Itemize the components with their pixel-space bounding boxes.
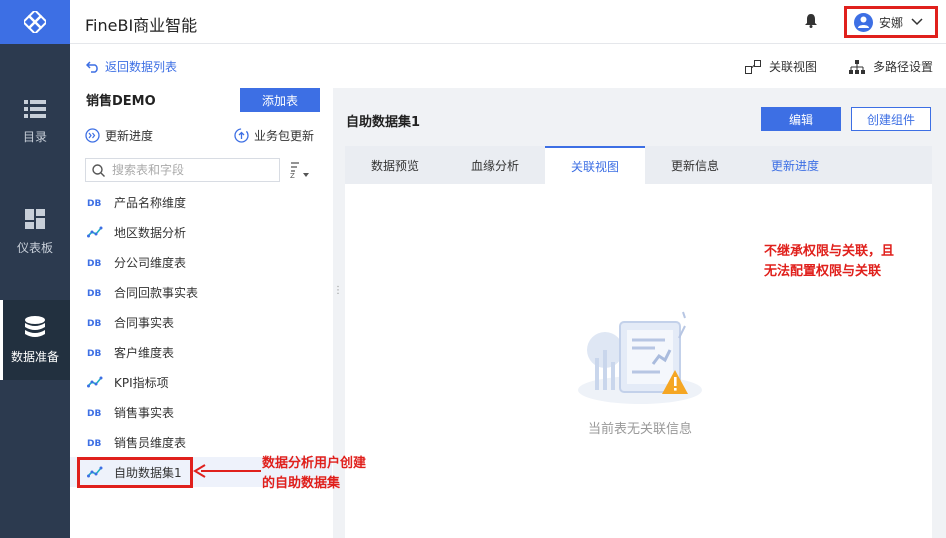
hierarchy-icon bbox=[849, 59, 865, 74]
search-icon bbox=[92, 163, 105, 177]
update-progress-icon bbox=[85, 128, 100, 143]
edit-button[interactable]: 编辑 bbox=[761, 107, 841, 131]
db-table-icon: DB bbox=[87, 199, 101, 207]
relation-view-button[interactable]: 关联视图 bbox=[745, 58, 817, 75]
list-item[interactable]: DB 合同回款事实表 bbox=[70, 277, 332, 307]
db-table-icon: DB bbox=[87, 439, 101, 447]
avatar bbox=[854, 12, 873, 32]
app-title: FineBI商业智能 bbox=[85, 16, 198, 35]
create-component-button[interactable]: 创建组件 bbox=[851, 107, 931, 131]
search-box bbox=[85, 158, 280, 182]
empty-state-text: 当前表无关联信息 bbox=[587, 422, 692, 437]
db-table-icon: DB bbox=[87, 289, 101, 297]
update-progress-link[interactable]: 更新进度 bbox=[85, 127, 153, 144]
top-header: FineBI商业智能 安娜 bbox=[70, 0, 946, 44]
annotation-permission-note: 不继承权限与关联，且 无法配置权限与关联 bbox=[764, 244, 895, 279]
sort-icon[interactable]: Z bbox=[290, 161, 312, 182]
package-update-label: 业务包更新 bbox=[254, 129, 315, 143]
svg-text:Z: Z bbox=[290, 172, 295, 179]
list-icon bbox=[24, 99, 46, 118]
svg-text:DB: DB bbox=[87, 259, 101, 267]
back-link-label: 返回数据列表 bbox=[105, 60, 178, 74]
database-icon bbox=[25, 315, 45, 337]
list-item[interactable]: KPI指标项 bbox=[70, 367, 332, 397]
splitter-handle[interactable]: ⋮ bbox=[333, 285, 343, 296]
left-nav: 目录 仪表板 数据准备 bbox=[0, 0, 70, 538]
selected-highlight-box bbox=[77, 457, 193, 488]
list-item[interactable]: DB 销售事实表 bbox=[70, 397, 332, 427]
svg-text:DB: DB bbox=[87, 409, 101, 417]
bell-icon[interactable] bbox=[805, 14, 817, 31]
nav-item-label: 目录 bbox=[22, 129, 47, 144]
nav-item-catalog[interactable]: 目录 bbox=[0, 82, 70, 162]
self-service-dataset-icon bbox=[87, 376, 103, 388]
tab-relation-view[interactable]: 关联视图 bbox=[545, 146, 645, 184]
nav-item-data-prep[interactable]: 数据准备 bbox=[0, 300, 70, 380]
package-title: 销售DEMO bbox=[86, 94, 156, 109]
table-list: DB 产品名称维度 地区数据分析 DB 分公司维度表 DB 合同回款事实表 DB… bbox=[70, 187, 332, 487]
nav-item-dashboard[interactable]: 仪表板 bbox=[0, 192, 70, 272]
multipath-label: 多路径设置 bbox=[873, 60, 934, 74]
tab-data-preview[interactable]: 数据预览 bbox=[345, 146, 445, 184]
back-arrow-icon bbox=[86, 60, 98, 73]
list-item[interactable]: DB 合同事实表 bbox=[70, 307, 332, 337]
update-progress-label: 更新进度 bbox=[105, 129, 154, 143]
multipath-settings-button[interactable]: 多路径设置 bbox=[849, 58, 933, 75]
dataset-title: 自助数据集1 bbox=[346, 115, 421, 130]
list-item[interactable]: DB 分公司维度表 bbox=[70, 247, 332, 277]
dashboard-icon bbox=[25, 208, 45, 229]
svg-text:DB: DB bbox=[87, 319, 101, 327]
db-table-icon: DB bbox=[87, 319, 101, 327]
back-to-list-link[interactable]: 返回数据列表 bbox=[86, 58, 177, 75]
tab-update-info[interactable]: 更新信息 bbox=[645, 146, 745, 184]
user-menu[interactable]: 安娜 bbox=[844, 6, 938, 38]
refresh-upload-icon bbox=[234, 128, 249, 143]
svg-text:DB: DB bbox=[87, 289, 101, 297]
annotation-self-service-note: 数据分析用户创建 的自助数据集 bbox=[262, 456, 367, 491]
self-service-dataset-icon bbox=[87, 226, 103, 238]
db-table-icon: DB bbox=[87, 349, 101, 357]
nav-item-label: 数据准备 bbox=[10, 349, 59, 364]
empty-state-illustration bbox=[575, 300, 705, 413]
tab-update-progress[interactable]: 更新进度 bbox=[745, 146, 845, 184]
list-item[interactable]: DB 销售员维度表 bbox=[70, 427, 332, 457]
logo-icon[interactable] bbox=[0, 0, 70, 44]
chevron-down-icon bbox=[911, 18, 923, 26]
tab-lineage[interactable]: 血缘分析 bbox=[445, 146, 545, 184]
add-table-button[interactable]: 添加表 bbox=[240, 88, 320, 112]
relation-view-label: 关联视图 bbox=[769, 60, 818, 74]
list-item[interactable]: 地区数据分析 bbox=[70, 217, 332, 247]
svg-text:DB: DB bbox=[87, 199, 101, 207]
search-input[interactable] bbox=[112, 163, 272, 177]
user-name: 安娜 bbox=[879, 15, 904, 30]
db-table-icon: DB bbox=[87, 409, 101, 417]
nav-item-label: 仪表板 bbox=[16, 240, 53, 255]
relation-view-icon bbox=[745, 59, 761, 74]
svg-text:DB: DB bbox=[87, 349, 101, 357]
annotation-arrow bbox=[193, 464, 261, 478]
dataset-tabs: 数据预览 血缘分析 关联视图 更新信息 更新进度 bbox=[345, 146, 932, 184]
package-update-link[interactable]: 业务包更新 bbox=[234, 127, 314, 144]
db-table-icon: DB bbox=[87, 259, 101, 267]
list-item[interactable]: DB 产品名称维度 bbox=[70, 187, 332, 217]
list-item[interactable]: DB 客户维度表 bbox=[70, 337, 332, 367]
svg-text:DB: DB bbox=[87, 439, 101, 447]
